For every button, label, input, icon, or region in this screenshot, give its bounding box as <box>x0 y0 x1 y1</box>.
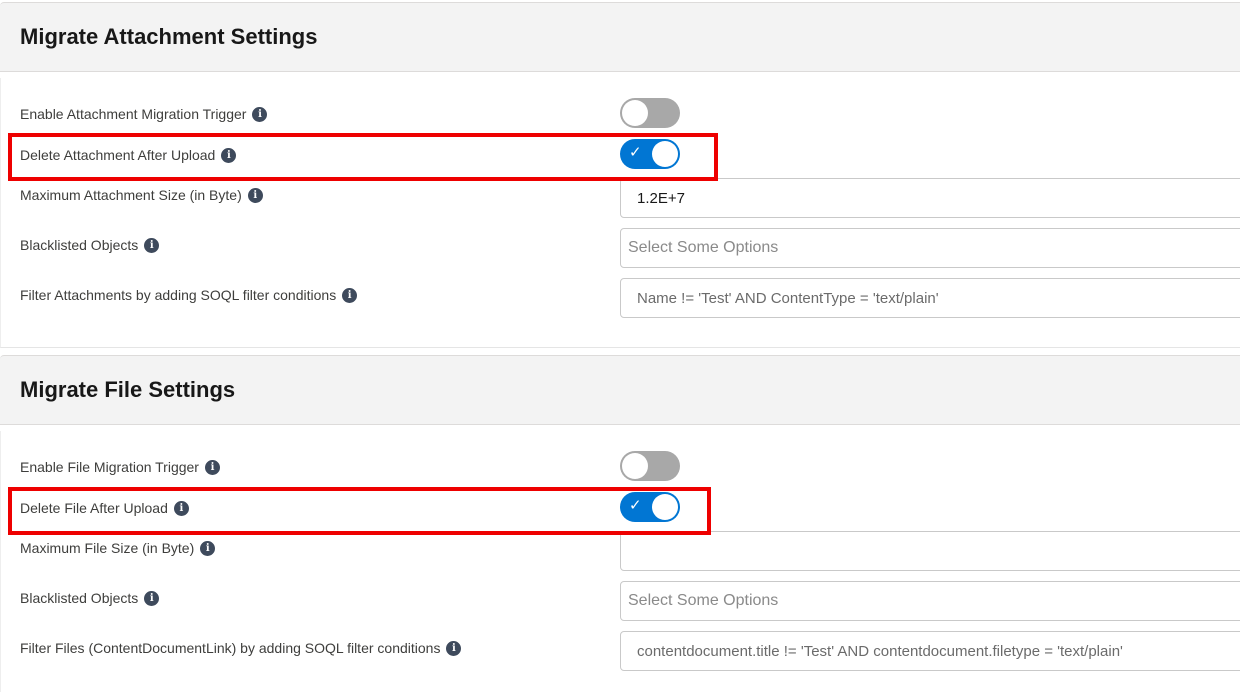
info-icon[interactable]: i <box>144 237 160 253</box>
attachment-filter-label: Filter Attachments by adding SOQL filter… <box>20 287 358 303</box>
file-filter-input[interactable]: contentdocument.title != 'Test' AND cont… <box>620 631 1240 671</box>
file-blacklisted-select[interactable]: Select Some Options <box>620 581 1240 621</box>
file-max-size-input[interactable] <box>620 531 1240 571</box>
info-icon[interactable]: i <box>247 187 263 203</box>
file-settings-header: Migrate File Settings <box>0 355 1240 425</box>
info-icon[interactable]: i <box>144 590 160 606</box>
attachment-blacklisted-label: Blacklisted Objects i <box>20 237 160 253</box>
highlight-box <box>8 133 718 181</box>
attachment-enable-trigger-label: Enable Attachment Migration Trigger i <box>20 106 268 122</box>
attachment-enable-trigger-toggle[interactable] <box>620 98 680 128</box>
file-max-size-label: Maximum File Size (in Byte) i <box>20 540 216 556</box>
file-filter-label: Filter Files (ContentDocumentLink) by ad… <box>20 640 462 656</box>
info-icon[interactable]: i <box>204 459 220 475</box>
attachment-settings-title: Migrate Attachment Settings <box>20 24 318 49</box>
attachment-max-size-input[interactable]: 1.2E+7 <box>620 178 1240 218</box>
attachment-settings-header: Migrate Attachment Settings <box>0 2 1240 72</box>
attachment-blacklisted-select[interactable]: Select Some Options <box>620 228 1240 268</box>
file-blacklisted-label: Blacklisted Objects i <box>20 590 160 606</box>
attachment-max-size-label: Maximum Attachment Size (in Byte) i <box>20 187 263 203</box>
info-icon[interactable]: i <box>342 287 358 303</box>
info-icon[interactable]: i <box>252 106 268 122</box>
highlight-box <box>8 487 711 535</box>
info-icon[interactable]: i <box>446 640 462 656</box>
attachment-filter-input[interactable]: Name != 'Test' AND ContentType = 'text/p… <box>620 278 1240 318</box>
file-settings-title: Migrate File Settings <box>20 377 236 402</box>
file-enable-trigger-label: Enable File Migration Trigger i <box>20 459 220 475</box>
info-icon[interactable]: i <box>200 540 216 556</box>
file-enable-trigger-toggle[interactable] <box>620 451 680 481</box>
toggle-knob <box>622 100 648 126</box>
toggle-knob <box>622 453 648 479</box>
